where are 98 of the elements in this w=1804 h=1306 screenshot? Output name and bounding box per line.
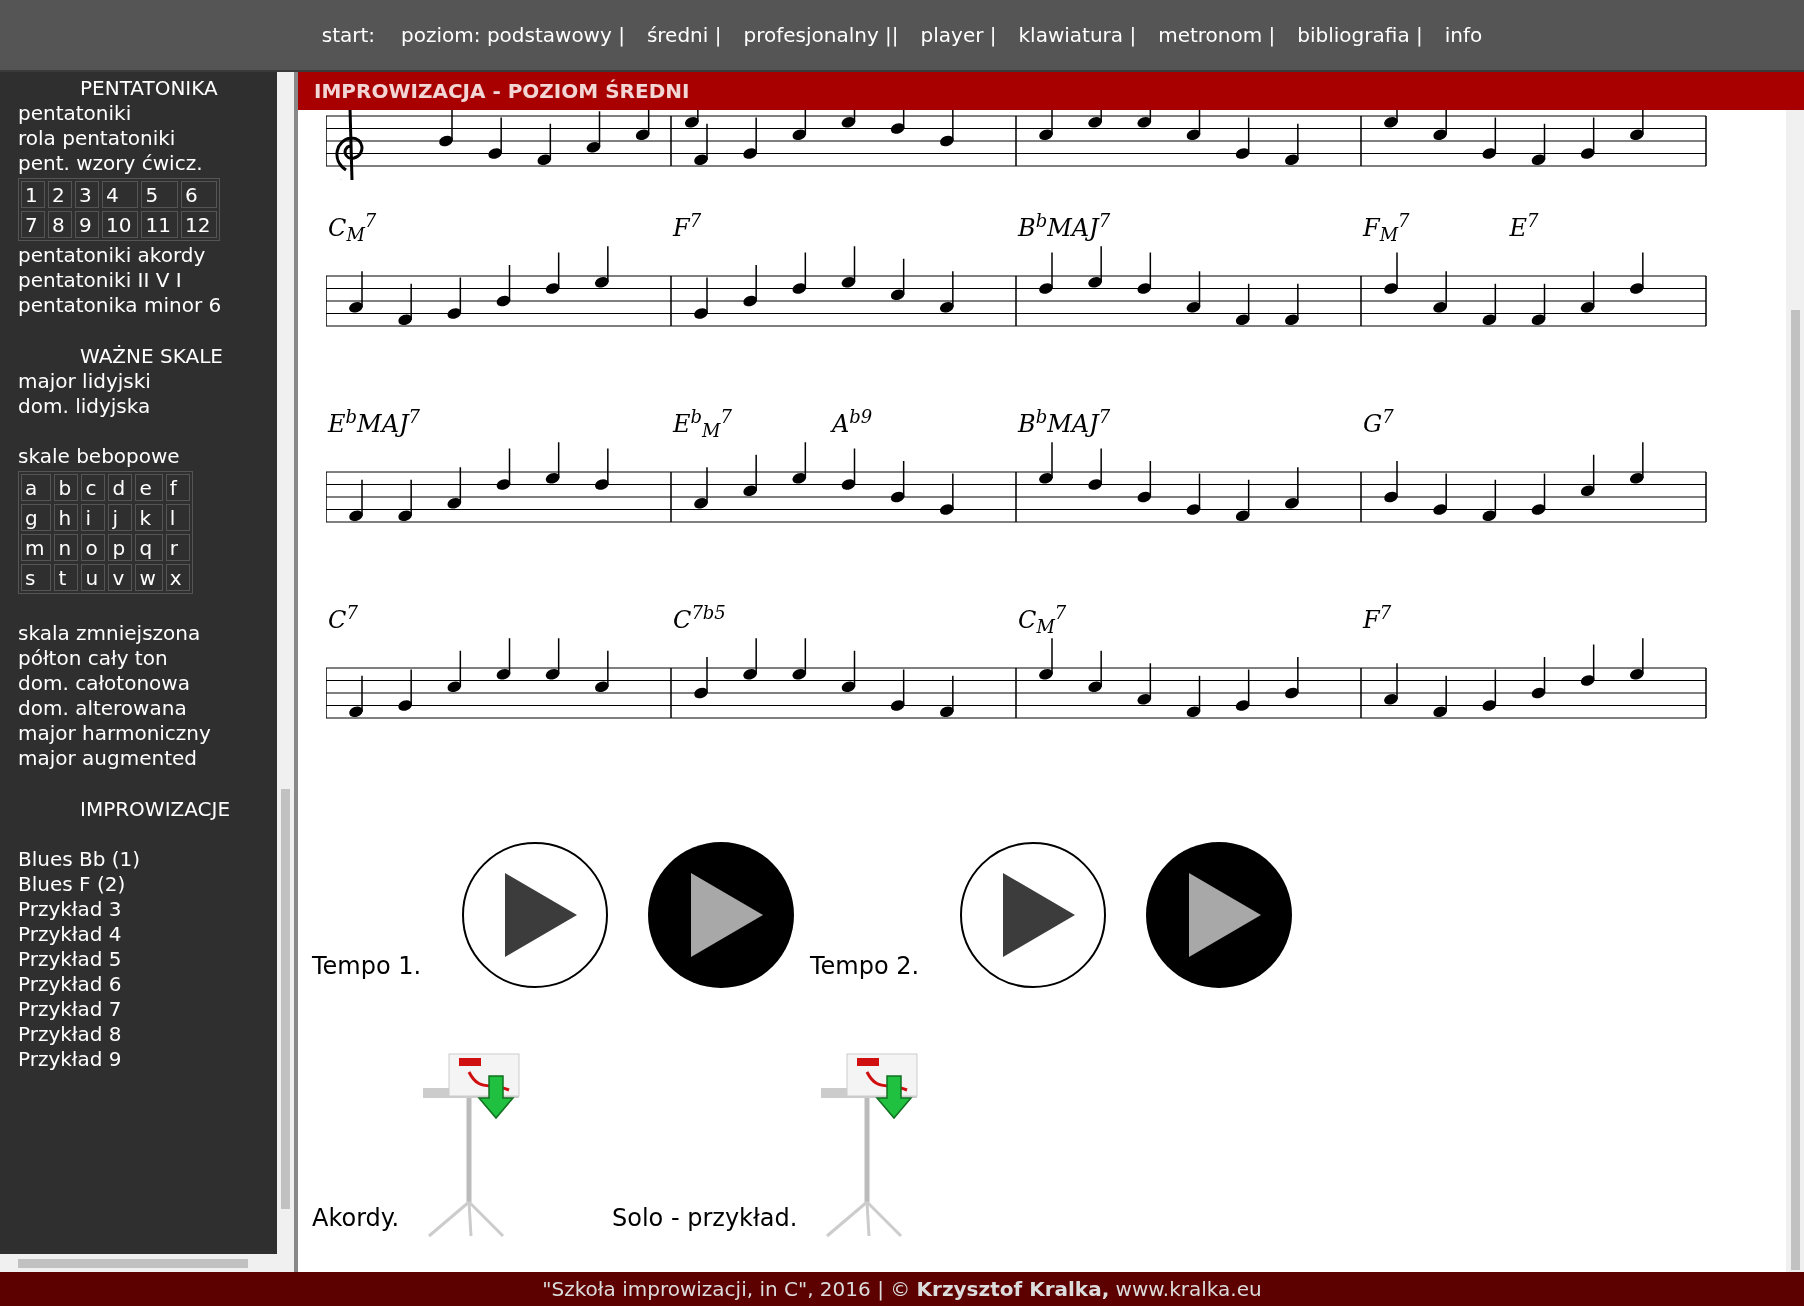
sidebar-link[interactable]: Przykład 5: [18, 947, 122, 972]
grid-link[interactable]: 2: [48, 181, 72, 208]
grid-link[interactable]: g: [21, 504, 52, 531]
grid-link[interactable]: w: [135, 564, 163, 591]
horizontal-scrollbar[interactable]: [0, 1254, 294, 1272]
nav-link[interactable]: klawiatura |: [1018, 20, 1137, 50]
chord-symbol: C$^{7}$: [328, 602, 358, 636]
grid-link[interactable]: f: [165, 474, 190, 501]
sidebar-link[interactable]: pentatoniki akordy: [18, 243, 206, 268]
play-icon: [1189, 873, 1261, 957]
nav-link[interactable]: poziom: podstawowy |: [401, 20, 625, 50]
nav-link[interactable]: średni |: [646, 20, 722, 50]
sidebar-link[interactable]: skala zmniejszona: [18, 621, 201, 646]
nav-label: start:: [321, 22, 376, 49]
grid-link[interactable]: 6: [180, 181, 218, 208]
grid-link[interactable]: 9: [75, 211, 99, 238]
scrollbar-thumb[interactable]: [1790, 310, 1800, 1270]
nav-link[interactable]: info: [1444, 20, 1483, 50]
chord-symbol: B$^{b}$MAJ$^{7}$: [1018, 406, 1111, 440]
section-heading: WAŻNE SKALE: [79, 344, 224, 369]
grid-link[interactable]: j: [108, 504, 133, 531]
download-label: Akordy.: [312, 1203, 400, 1234]
grid-link[interactable]: u: [81, 564, 106, 591]
download-label: Solo - przykład.: [612, 1203, 798, 1234]
sidebar-link[interactable]: dom. całotonowa: [18, 671, 190, 696]
chord-symbol: E$^{7}$: [1509, 210, 1539, 244]
sidebar-link[interactable]: Blues F (2): [18, 872, 126, 897]
sidebar-link[interactable]: major harmoniczny: [18, 721, 211, 746]
vertical-scrollbar[interactable]: [1786, 110, 1804, 1272]
chord-symbol: B$^{b}$MAJ$^{7}$: [1018, 210, 1111, 244]
nav-link[interactable]: profesjonalny ||: [743, 20, 899, 50]
tempo-label: Tempo 1.: [312, 951, 422, 982]
grid-link[interactable]: h: [54, 504, 79, 531]
grid-link[interactable]: e: [135, 474, 163, 501]
grid-link[interactable]: 10: [102, 211, 139, 238]
chord-symbol: C$^{7b5}$: [673, 602, 726, 636]
sidebar-link[interactable]: pentatoniki: [18, 101, 132, 126]
grid-link[interactable]: a: [21, 474, 52, 501]
sidebar-link[interactable]: Przykład 3: [18, 897, 122, 922]
grid-link[interactable]: 5: [141, 181, 178, 208]
grid-link[interactable]: 12: [180, 211, 218, 238]
vertical-scrollbar[interactable]: [277, 72, 294, 1254]
section-heading: IMPROWIZACJE: [79, 797, 232, 822]
sidebar-link[interactable]: pentatoniki II V I: [18, 268, 182, 293]
chord-symbol: F$^{7}$: [1363, 602, 1392, 636]
grid-link[interactable]: c: [81, 474, 106, 501]
sidebar-link[interactable]: dom. lidyjska: [18, 394, 151, 419]
grid-link[interactable]: o: [81, 534, 106, 561]
nav-link[interactable]: player |: [920, 20, 997, 50]
sidebar-link[interactable]: Przykład 9: [18, 1047, 122, 1072]
grid-link[interactable]: m: [21, 534, 52, 561]
treble-clef-icon: [335, 110, 364, 180]
grid-link[interactable]: v: [108, 564, 133, 591]
chord-symbol: G$^{7}$: [1363, 406, 1394, 440]
sidebar-link[interactable]: major augmented: [18, 746, 198, 771]
grid-link[interactable]: k: [135, 504, 163, 531]
play-icon: [505, 873, 577, 957]
footer-text: "Szkoła improwizacji, in C", 2016 | © Krzysztof Kralka, www.kralka.eu: [542, 1276, 1262, 1303]
sidebar-link[interactable]: major lidyjski: [18, 369, 151, 394]
grid-link[interactable]: 3: [75, 181, 99, 208]
grid-link[interactable]: 11: [141, 211, 178, 238]
nav-link[interactable]: metronom |: [1158, 20, 1276, 50]
play-icon: [1003, 873, 1075, 957]
sidebar-link[interactable]: dom. alterowana: [18, 696, 187, 721]
section-heading: PENTATONIKA: [79, 76, 219, 101]
grid-link[interactable]: n: [54, 534, 79, 561]
chord-symbol: F$^{7}$: [673, 210, 702, 244]
grid-link[interactable]: b: [54, 474, 79, 501]
grid-link[interactable]: 4: [102, 181, 139, 208]
grid-link[interactable]: s: [21, 564, 52, 591]
grid-link[interactable]: r: [165, 534, 190, 561]
grid-link[interactable]: 8: [48, 211, 72, 238]
grid-link[interactable]: l: [165, 504, 190, 531]
sidebar-link[interactable]: rola pentatoniki: [18, 126, 176, 151]
grid-link[interactable]: d: [108, 474, 133, 501]
scrollbar-thumb[interactable]: [281, 789, 290, 1209]
sidebar-link[interactable]: pentatonika minor 6: [18, 293, 222, 318]
grid-link[interactable]: 1: [21, 181, 45, 208]
grid-link[interactable]: x: [165, 564, 190, 591]
sidebar-link[interactable]: Blues Bb (1): [18, 847, 141, 872]
grid-link[interactable]: t: [54, 564, 79, 591]
sidebar-link[interactable]: półton cały ton: [18, 646, 168, 671]
grid-link[interactable]: i: [81, 504, 106, 531]
sidebar-link[interactable]: Przykład 8: [18, 1022, 122, 1047]
sidebar-link[interactable]: skale bebopowe: [18, 444, 180, 469]
sidebar-link[interactable]: Przykład 6: [18, 972, 122, 997]
sidebar-link[interactable]: Przykład 7: [18, 997, 122, 1022]
grid-link[interactable]: 7: [21, 211, 45, 238]
chord-symbol: A$^{b9}$: [831, 406, 873, 440]
chord-symbol: E$^{b}$MAJ$^{7}$: [328, 406, 421, 440]
sidebar-link[interactable]: Przykład 4: [18, 922, 122, 947]
grid-link[interactable]: p: [108, 534, 133, 561]
tempo-label: Tempo 2.: [810, 951, 920, 982]
play-icon: [691, 873, 763, 957]
grid-link[interactable]: q: [135, 534, 163, 561]
sidebar-link[interactable]: pent. wzory ćwicz.: [18, 151, 203, 176]
nav-link[interactable]: bibliografia |: [1297, 20, 1423, 50]
page-title: IMPROWIZACJA - POZIOM ŚREDNI: [314, 78, 690, 105]
